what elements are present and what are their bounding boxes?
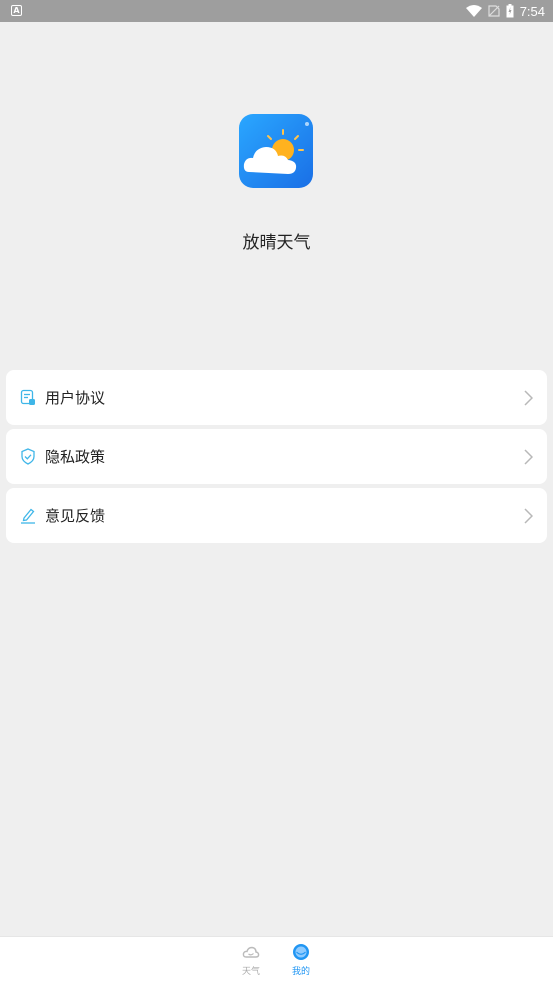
menu-item-label: 用户协议: [45, 389, 106, 407]
menu-item-privacy-policy[interactable]: 隐私政策: [6, 429, 547, 484]
menu-item-feedback[interactable]: 意见反馈: [6, 488, 547, 543]
chevron-right-icon: [524, 508, 533, 524]
status-bar: A 7:54: [0, 0, 553, 22]
chevron-right-icon: [524, 449, 533, 465]
clock: 7:54: [519, 3, 545, 19]
battery-icon: [506, 4, 514, 18]
tab-label: 天气: [241, 967, 260, 977]
settings-menu: 用户协议 隐私政策 意见反馈: [6, 370, 547, 547]
profile-icon: [293, 944, 309, 960]
tab-label: 我的: [291, 967, 310, 977]
chevron-right-icon: [524, 390, 533, 406]
menu-item-user-agreement[interactable]: 用户协议: [6, 370, 547, 425]
document-icon: [20, 389, 35, 405]
status-icons: 7:54: [465, 0, 545, 22]
tab-mine[interactable]: 我的: [281, 943, 321, 981]
cloud-icon: [242, 946, 260, 958]
tab-weather[interactable]: 天气: [231, 943, 271, 981]
no-sim-icon: [488, 5, 500, 17]
bottom-nav: 天气 我的: [0, 936, 553, 984]
app-logo: [239, 114, 313, 188]
menu-item-label: 意见反馈: [45, 507, 106, 525]
shield-icon: [21, 448, 35, 465]
edit-icon: [21, 508, 35, 524]
wifi-icon: [465, 5, 482, 17]
app-name: 放晴天气: [242, 233, 311, 253]
weather-logo-icon: [243, 122, 309, 174]
notification-a-icon: A: [11, 5, 22, 16]
menu-item-label: 隐私政策: [45, 448, 106, 466]
